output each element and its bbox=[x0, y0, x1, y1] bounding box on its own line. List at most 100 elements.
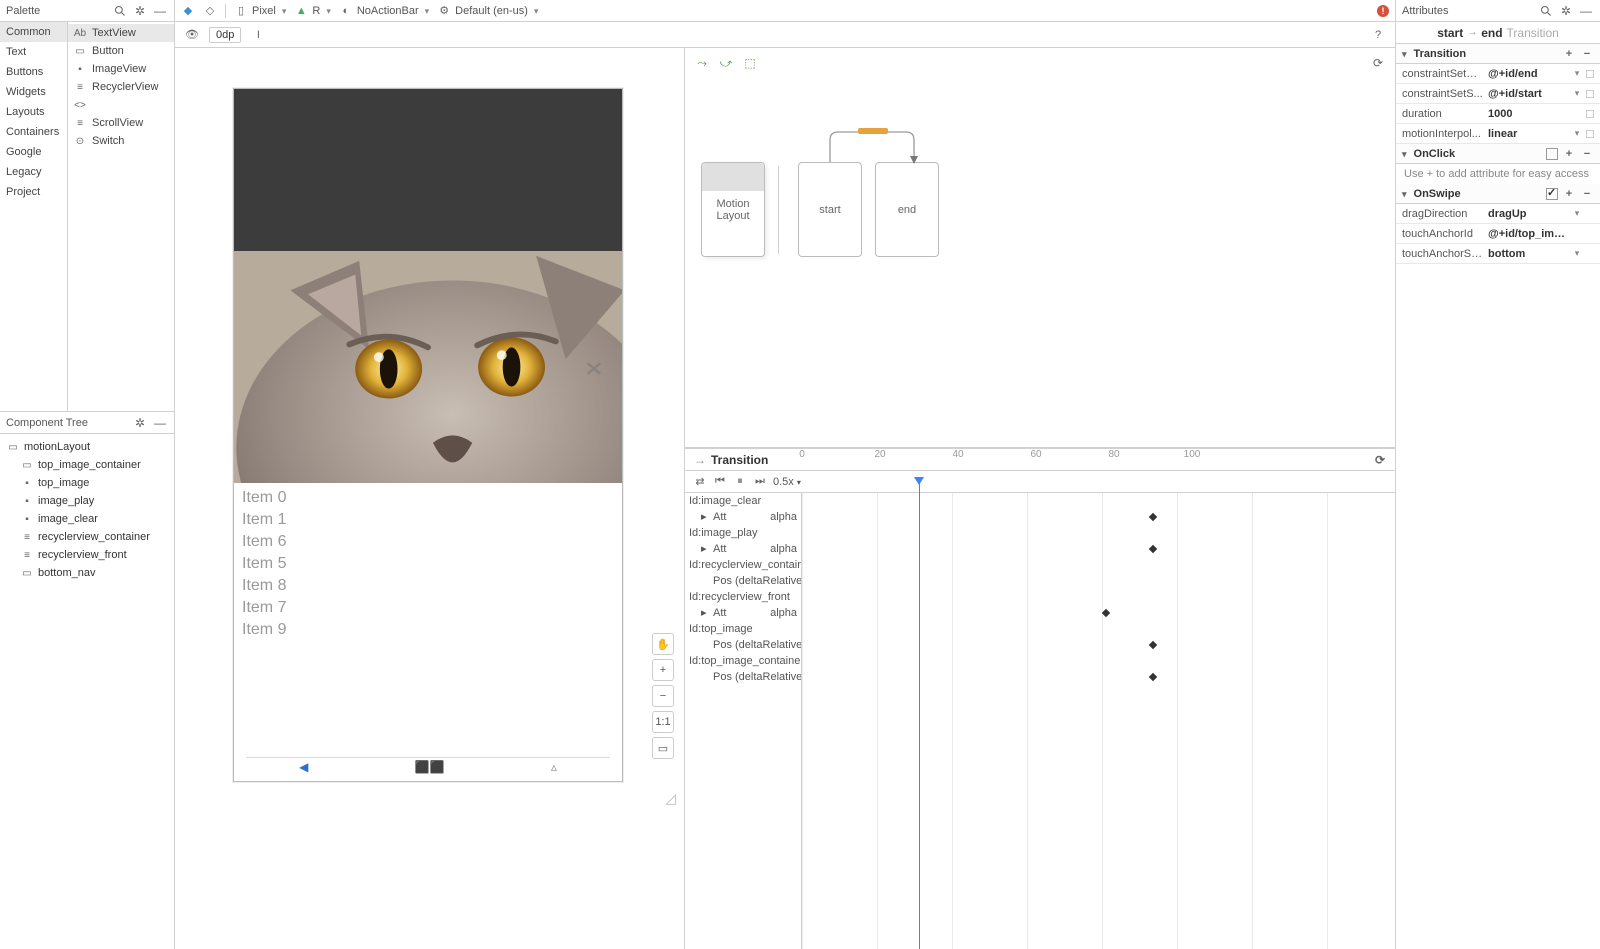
palette-category[interactable]: Widgets bbox=[0, 82, 67, 102]
constraint-set-end[interactable]: end bbox=[875, 162, 939, 257]
view-mode-blueprint-icon[interactable]: ◇ bbox=[203, 4, 217, 18]
list-item[interactable]: Item 9 bbox=[242, 619, 614, 641]
palette-item[interactable]: <> bbox=[68, 96, 174, 114]
attribute-row[interactable]: duration1000 bbox=[1396, 104, 1600, 124]
list-item[interactable]: Item 8 bbox=[242, 575, 614, 597]
tree-node[interactable]: ▭bottom_nav bbox=[0, 564, 174, 582]
minimize-icon[interactable]: — bbox=[152, 3, 168, 19]
attr-value[interactable]: bottom bbox=[1488, 248, 1568, 260]
nav-home-icon[interactable]: ⬛⬛ bbox=[415, 760, 445, 774]
keyframe[interactable] bbox=[1102, 609, 1110, 617]
flag-icon[interactable] bbox=[1586, 130, 1594, 138]
timeline-track[interactable] bbox=[802, 573, 1395, 589]
palette-category[interactable]: Buttons bbox=[0, 62, 67, 82]
palette-item[interactable]: ≡RecyclerView bbox=[68, 78, 174, 96]
attribute-row[interactable]: touchAnchorId@+id/top_image_cont bbox=[1396, 224, 1600, 244]
add-icon[interactable]: + bbox=[1562, 148, 1576, 160]
dropdown-icon[interactable]: ▾ bbox=[1572, 88, 1582, 99]
palette-category[interactable]: Legacy bbox=[0, 162, 67, 182]
keyframe[interactable] bbox=[1149, 545, 1157, 553]
timeline-track[interactable] bbox=[802, 525, 1395, 541]
tree-node[interactable]: ▪top_image bbox=[0, 474, 174, 492]
search-icon[interactable] bbox=[1538, 3, 1554, 19]
timeline-attr-row[interactable]: ▸Attalpha bbox=[685, 509, 801, 525]
palette-category[interactable]: Google bbox=[0, 142, 67, 162]
timeline-track[interactable] bbox=[802, 493, 1395, 509]
palette-item[interactable]: ▭Button bbox=[68, 42, 174, 60]
gear-icon[interactable]: ✲ bbox=[132, 3, 148, 19]
list-item[interactable]: Item 6 bbox=[242, 531, 614, 553]
skip-start-icon[interactable]: ⏮ bbox=[713, 475, 727, 489]
section-onclick[interactable]: OnClick + − bbox=[1396, 144, 1600, 164]
attr-value[interactable]: @+id/end bbox=[1488, 68, 1568, 80]
timeline-track[interactable] bbox=[802, 589, 1395, 605]
view-mode-design-icon[interactable]: ◆ bbox=[181, 4, 195, 18]
list-item[interactable]: Item 0 bbox=[242, 487, 614, 509]
top-image-container[interactable] bbox=[234, 89, 622, 251]
palette-item[interactable]: ▪ImageView bbox=[68, 60, 174, 78]
timeline-attr-row[interactable]: ▸Attalpha bbox=[685, 541, 801, 557]
api-selector[interactable]: ▲R bbox=[294, 4, 330, 18]
flag-icon[interactable] bbox=[1586, 110, 1594, 118]
device-frame[interactable]: ✕ Item 0Item 1Item 6Item 5Item 8Item 7It… bbox=[233, 88, 623, 782]
section-transition[interactable]: Transition + − bbox=[1396, 44, 1600, 64]
palette-item[interactable]: AbTextView bbox=[68, 24, 174, 42]
skip-end-icon[interactable]: ⏭ bbox=[753, 475, 767, 489]
tree-node[interactable]: ≡recyclerview_container bbox=[0, 528, 174, 546]
timeline-id-row[interactable]: Id:top_image bbox=[685, 621, 801, 637]
palette-item[interactable]: ≡ScrollView bbox=[68, 114, 174, 132]
top-image[interactable]: ✕ bbox=[234, 251, 622, 483]
zoom-reset-icon[interactable]: 1:1 bbox=[652, 711, 674, 733]
loop-icon[interactable]: ⇄ bbox=[693, 475, 707, 489]
dropdown-icon[interactable]: ▾ bbox=[1572, 68, 1582, 79]
keyframe[interactable] bbox=[1149, 673, 1157, 681]
timeline-id-row[interactable]: Id:recyclerview_front bbox=[685, 589, 801, 605]
text-cursor-icon[interactable]: I bbox=[251, 28, 265, 42]
onswipe-checkbox[interactable] bbox=[1546, 188, 1558, 200]
attr-value[interactable]: linear bbox=[1488, 128, 1568, 140]
timeline-attr-row[interactable]: Pos (deltaRelative) bbox=[685, 669, 801, 685]
timeline-id-row[interactable]: Id:recyclerview_container bbox=[685, 557, 801, 573]
nav-back-icon[interactable]: ◀ bbox=[299, 760, 308, 774]
timeline-id-row[interactable]: Id:image_play bbox=[685, 525, 801, 541]
list-item[interactable]: Item 1 bbox=[242, 509, 614, 531]
attribute-row[interactable]: touchAnchorSidebottom▾ bbox=[1396, 244, 1600, 264]
gear-icon[interactable]: ✲ bbox=[132, 415, 148, 431]
list-item[interactable]: Item 7 bbox=[242, 597, 614, 619]
dropdown-icon[interactable]: ▾ bbox=[1572, 208, 1582, 219]
zoom-in-icon[interactable]: + bbox=[652, 659, 674, 681]
pan-icon[interactable]: ✋ bbox=[652, 633, 674, 655]
palette-category[interactable]: Project bbox=[0, 182, 67, 202]
add-icon[interactable]: + bbox=[1562, 188, 1576, 200]
palette-category[interactable]: Containers bbox=[0, 122, 67, 142]
list-item[interactable]: Item 5 bbox=[242, 553, 614, 575]
dropdown-icon[interactable]: ▾ bbox=[1572, 248, 1582, 259]
palette-item[interactable]: ⊙Switch bbox=[68, 132, 174, 150]
remove-icon[interactable]: − bbox=[1580, 148, 1594, 160]
help-icon[interactable]: ? bbox=[1371, 28, 1385, 42]
add-constraint-icon[interactable]: ⤻ bbox=[719, 56, 733, 70]
palette-category[interactable]: Text bbox=[0, 42, 67, 62]
timeline-id-row[interactable]: Id:image_clear bbox=[685, 493, 801, 509]
zoom-out-icon[interactable]: − bbox=[652, 685, 674, 707]
remove-icon[interactable]: − bbox=[1580, 188, 1594, 200]
dropdown-icon[interactable]: ▾ bbox=[1572, 128, 1582, 139]
tree-node[interactable]: ▪image_play bbox=[0, 492, 174, 510]
attribute-row[interactable]: constraintSetEnd@+id/end▾ bbox=[1396, 64, 1600, 84]
theme-selector[interactable]: ◐NoActionBar bbox=[339, 4, 429, 18]
timeline-track[interactable] bbox=[802, 637, 1395, 653]
timeline-track[interactable] bbox=[802, 541, 1395, 557]
dp-input[interactable]: 0dp bbox=[209, 27, 241, 43]
add-transition-icon[interactable]: ⤳ bbox=[695, 56, 709, 70]
timeline-attr-row[interactable]: ▸Attalpha bbox=[685, 605, 801, 621]
nav-up-icon[interactable]: ▵ bbox=[551, 760, 557, 774]
timeline-track[interactable] bbox=[802, 605, 1395, 621]
bottom-nav[interactable]: ◀ ⬛⬛ ▵ bbox=[246, 757, 610, 775]
attribute-row[interactable]: constraintSetS...@+id/start▾ bbox=[1396, 84, 1600, 104]
minimize-icon[interactable]: — bbox=[152, 415, 168, 431]
add-icon[interactable]: + bbox=[1562, 48, 1576, 60]
search-icon[interactable] bbox=[112, 3, 128, 19]
cycle-icon[interactable]: ⟳ bbox=[1371, 56, 1385, 70]
close-icon[interactable]: ✕ bbox=[584, 357, 604, 382]
remove-icon[interactable]: − bbox=[1580, 48, 1594, 60]
